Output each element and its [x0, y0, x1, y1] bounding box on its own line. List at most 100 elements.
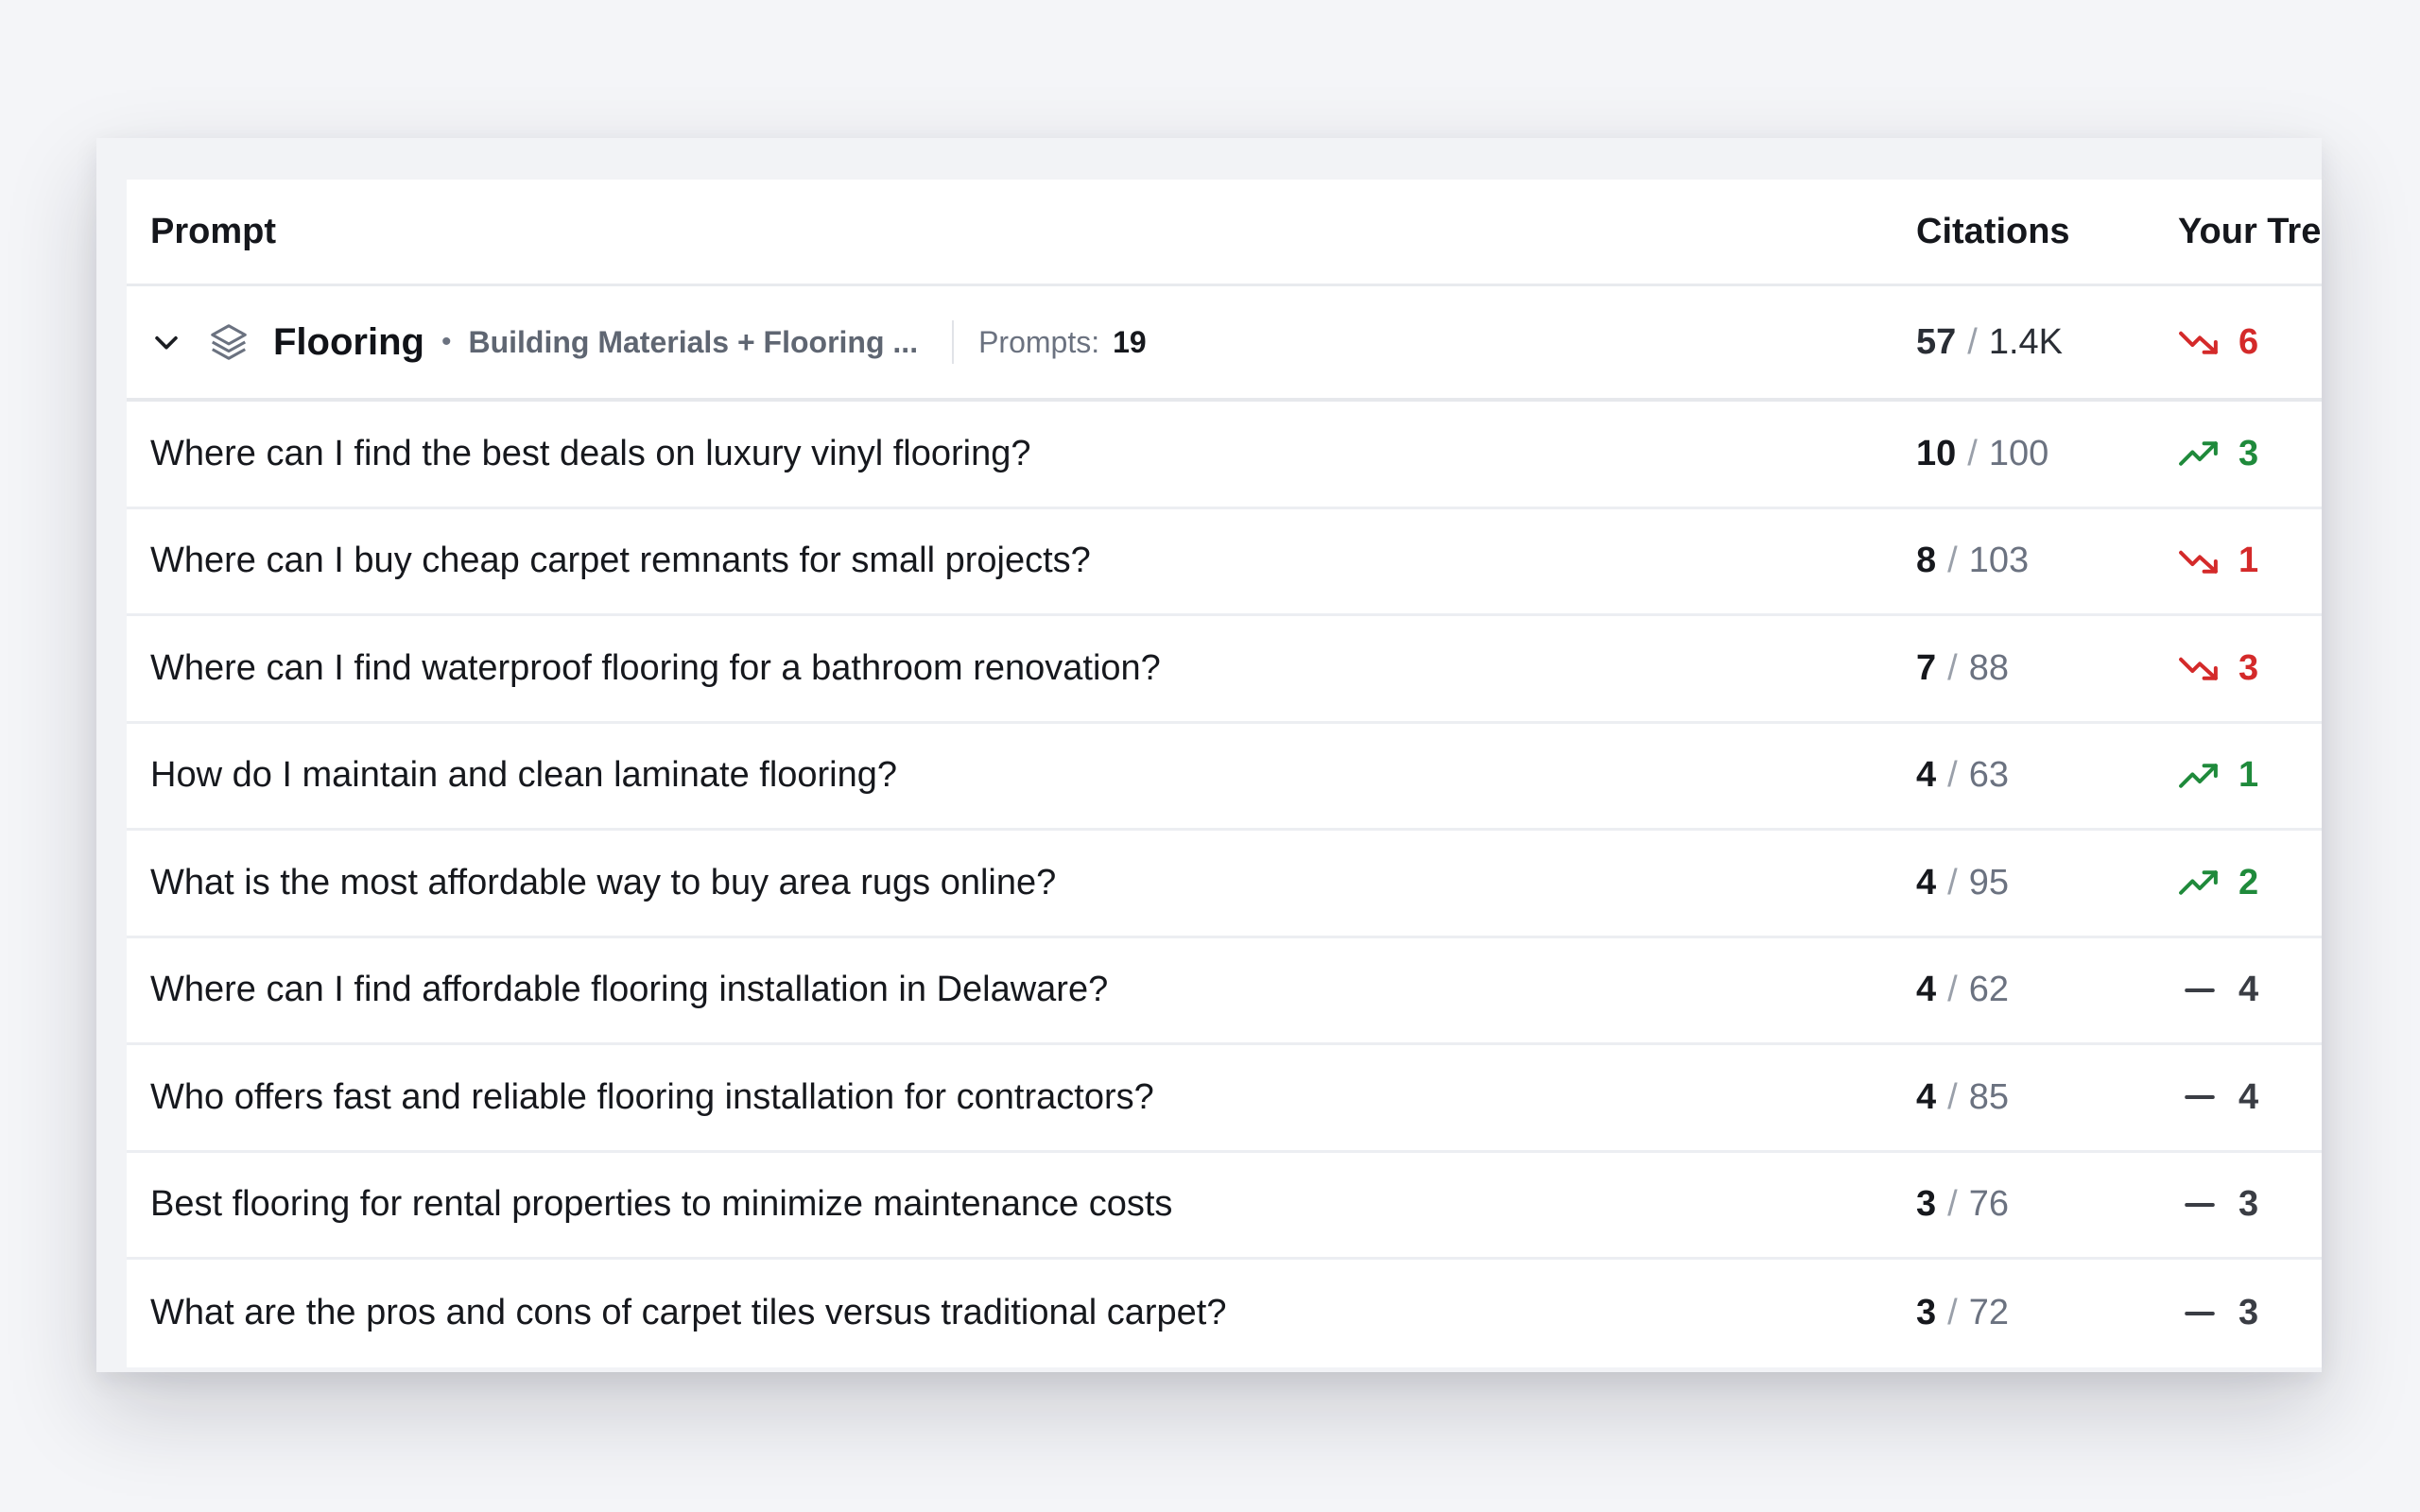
citations-total: 95 — [1968, 862, 2009, 902]
trending-up-icon — [2179, 441, 2218, 466]
citations-count: 4 — [1916, 970, 1937, 1010]
citations-count: 4 — [1916, 862, 1937, 902]
trend-cell: 1 — [2178, 755, 2258, 796]
trend-value: 4 — [2238, 1076, 2259, 1117]
prompts-count-value: 19 — [1113, 324, 1147, 359]
citations-count: 4 — [1916, 1076, 1937, 1117]
prompt-text: How do I maintain and clean laminate flo… — [150, 755, 898, 796]
citations-separator: / — [1947, 970, 1958, 1010]
prompt-text: Best flooring for rental properties to m… — [150, 1184, 1173, 1225]
citations-total: 62 — [1968, 970, 2009, 1010]
citations-cell: 4/95 — [1916, 863, 2009, 903]
trend-value: 1 — [2238, 755, 2259, 796]
prompt-text: Where can I find the best deals on luxur… — [150, 433, 1031, 473]
prompt-text: Who offers fast and reliable flooring in… — [150, 1076, 1154, 1117]
citations-count: 57 — [1916, 321, 1957, 362]
trend-value: 3 — [2238, 1293, 2259, 1333]
trending-up-icon — [2179, 764, 2218, 788]
column-header-prompt[interactable]: Prompt — [150, 212, 276, 252]
trend-cell: 3 — [2178, 434, 2258, 474]
table-row[interactable]: Where can I find waterproof flooring for… — [127, 616, 2322, 724]
separator-dot: • — [441, 326, 452, 357]
citations-cell: 10/100 — [1916, 434, 2048, 474]
trend-cell: 3 — [2178, 1184, 2258, 1225]
group-path: Building Materials + Flooring ... — [468, 324, 919, 359]
citations-cell: 4/85 — [1916, 1077, 2009, 1118]
citations-cell: 8/103 — [1916, 541, 2029, 581]
trend-value: 3 — [2238, 1184, 2259, 1225]
group-citations: 57/1.4K — [1916, 322, 2063, 363]
trend-value: 4 — [2238, 970, 2259, 1010]
group-name: Flooring — [273, 320, 424, 363]
citations-separator: / — [1947, 1293, 1958, 1333]
citations-separator: / — [1947, 1184, 1958, 1225]
trend-value: 2 — [2238, 862, 2259, 902]
table-row[interactable]: How do I maintain and clean laminate flo… — [127, 724, 2322, 831]
citations-count: 4 — [1916, 755, 1937, 796]
citations-total: 63 — [1968, 755, 2009, 796]
citations-separator: / — [1947, 755, 1958, 796]
citations-total: 72 — [1968, 1293, 2009, 1333]
trending-down-icon — [2179, 550, 2218, 574]
citations-separator: / — [1947, 862, 1958, 902]
citations-cell: 3/76 — [1916, 1184, 2009, 1225]
citations-cell: 7/88 — [1916, 648, 2009, 689]
dash-icon — [2185, 1095, 2215, 1100]
prompt-text: What is the most affordable way to buy a… — [150, 862, 1057, 902]
group-row-flooring[interactable]: Flooring • Building Materials + Flooring… — [127, 286, 2322, 402]
prompt-text: Where can I find affordable flooring ins… — [150, 970, 1109, 1010]
table-row[interactable]: Where can I find affordable flooring ins… — [127, 938, 2322, 1045]
prompt-rows: Where can I find the best deals on luxur… — [127, 402, 2322, 1367]
column-header-trend[interactable]: Your Trend — [2178, 212, 2322, 252]
dash-icon — [2185, 988, 2215, 992]
trend-cell: 4 — [2178, 1077, 2258, 1118]
layers-icon — [211, 324, 247, 360]
table-row[interactable]: Where can I buy cheap carpet remnants fo… — [127, 509, 2322, 616]
trend-cell: 2 — [2178, 863, 2258, 903]
citations-total: 76 — [1968, 1184, 2009, 1225]
dash-icon — [2185, 1202, 2215, 1207]
table-row[interactable]: Where can I find the best deals on luxur… — [127, 402, 2322, 509]
prompts-count-label: Prompts: — [978, 324, 1100, 359]
table-row[interactable]: Who offers fast and reliable flooring in… — [127, 1045, 2322, 1153]
trend-value: 3 — [2238, 647, 2259, 688]
divider — [952, 320, 955, 364]
table-header: Prompt Citations Your Trend — [127, 180, 2322, 286]
group-trend: 6 — [2178, 322, 2258, 363]
citations-total: 100 — [1988, 433, 2049, 473]
citations-count: 3 — [1916, 1184, 1937, 1225]
table-row[interactable]: What are the pros and cons of carpet til… — [127, 1260, 2322, 1367]
prompts-table: Prompt Citations Your Trend Flooring • B… — [127, 180, 2322, 1367]
citations-cell: 4/62 — [1916, 970, 2009, 1010]
citations-count: 3 — [1916, 1293, 1937, 1333]
trend-value: 6 — [2238, 321, 2259, 362]
trend-cell: 1 — [2178, 541, 2258, 581]
trending-up-icon — [2179, 870, 2218, 895]
citations-cell: 4/63 — [1916, 755, 2009, 796]
prompt-text: Where can I find waterproof flooring for… — [150, 647, 1161, 688]
dash-icon — [2185, 1311, 2215, 1315]
chevron-down-icon[interactable] — [150, 326, 182, 358]
group-info: Flooring • Building Materials + Flooring… — [150, 320, 1147, 364]
citations-separator: / — [1947, 541, 1958, 581]
trending-down-icon — [2179, 658, 2218, 680]
citations-separator: / — [1947, 647, 1958, 688]
table-row[interactable]: Best flooring for rental properties to m… — [127, 1153, 2322, 1260]
citations-total: 88 — [1968, 647, 2009, 688]
citations-total: 1.4K — [1988, 321, 2064, 362]
citations-separator: / — [1967, 433, 1978, 473]
citations-separator: / — [1947, 1076, 1958, 1117]
prompts-card: Prompt Citations Your Trend Flooring • B… — [96, 138, 2322, 1372]
prompt-text: What are the pros and cons of carpet til… — [150, 1293, 1227, 1333]
citations-count: 10 — [1916, 433, 1957, 473]
trend-cell: 4 — [2178, 970, 2258, 1010]
citations-total: 85 — [1968, 1076, 2009, 1117]
column-header-citations[interactable]: Citations — [1916, 212, 2070, 252]
prompt-text: Where can I buy cheap carpet remnants fo… — [150, 541, 1091, 581]
citations-count: 7 — [1916, 647, 1937, 688]
trend-value: 1 — [2238, 541, 2259, 581]
citations-cell: 3/72 — [1916, 1293, 2009, 1333]
table-row[interactable]: What is the most affordable way to buy a… — [127, 831, 2322, 938]
trend-cell: 3 — [2178, 648, 2258, 689]
citations-separator: / — [1967, 321, 1978, 362]
